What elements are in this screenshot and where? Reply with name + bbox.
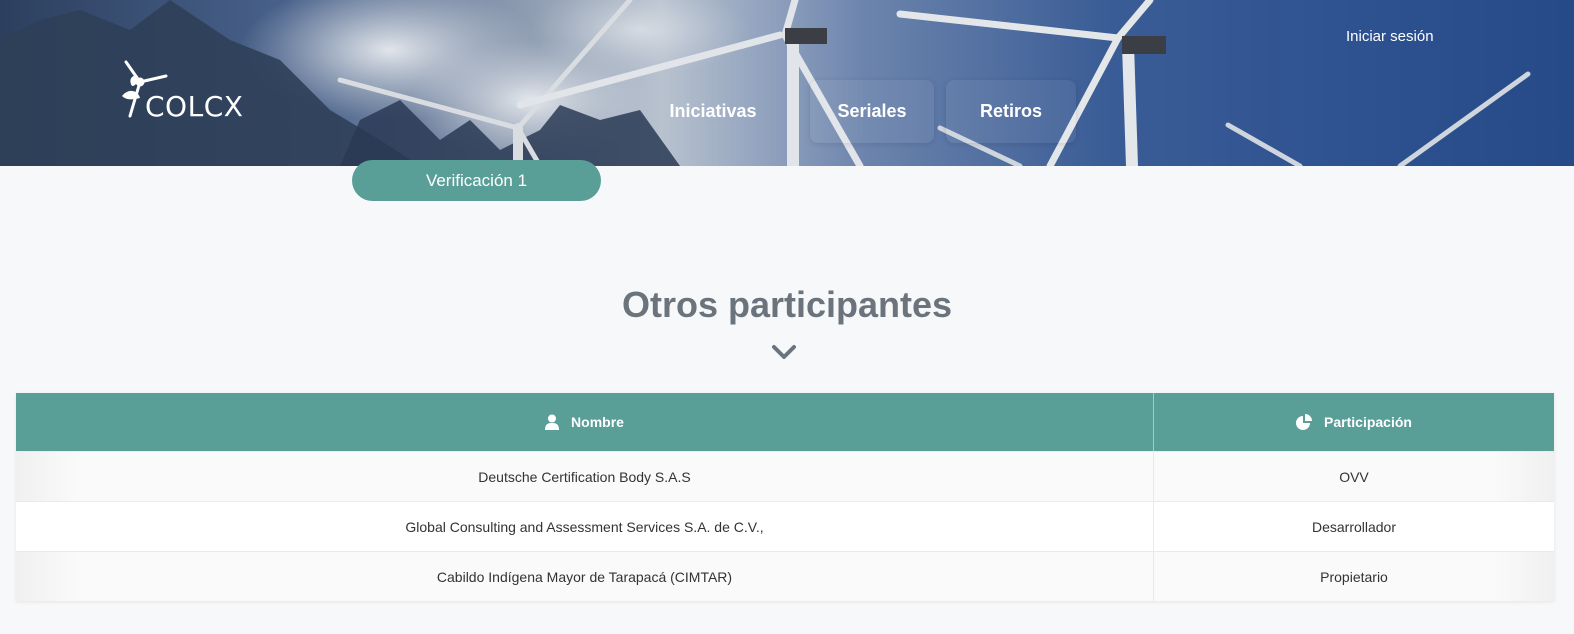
column-header-participation[interactable]: Participación	[1154, 393, 1554, 451]
brand-name[interactable]: COLCX	[145, 90, 243, 123]
pie-chart-icon	[1296, 414, 1313, 430]
section-title: Otros participantes	[621, 284, 953, 325]
table-header: Nombre Participación	[16, 393, 1554, 451]
verification-tab[interactable]: Verificación 1	[352, 160, 601, 201]
participant-role: Propietario	[1320, 568, 1388, 585]
chevron-down-icon[interactable]	[771, 344, 797, 360]
participant-name: Global Consulting and Assessment Service…	[405, 518, 764, 535]
participant-role: Desarrollador	[1311, 518, 1397, 535]
participant-name: Deutsche Certification Body S.A.S	[478, 468, 691, 485]
column-header-name[interactable]: Nombre	[16, 393, 1153, 451]
user-icon	[545, 414, 560, 430]
login-link[interactable]: Iniciar sesión	[1346, 24, 1434, 48]
table-row: Global Consulting and Assessment Service…	[16, 501, 1554, 551]
participant-role: OVV	[1339, 468, 1369, 485]
column-header-participation-label: Participación	[1324, 414, 1412, 430]
nav-retiros[interactable]: Retiros	[946, 80, 1076, 143]
column-header-name-label: Nombre	[571, 414, 624, 430]
participant-name: Cabildo Indígena Mayor de Tarapacá (CIMT…	[436, 568, 733, 585]
nav-seriales[interactable]: Seriales	[810, 80, 934, 143]
table-row: Cabildo Indígena Mayor de Tarapacá (CIMT…	[16, 551, 1554, 601]
hero-banner: COLCX Iniciativas Seriales Retiros Inici…	[0, 0, 1574, 166]
participants-table: Nombre Participación Deutsche Certificat…	[16, 393, 1554, 601]
table-row: Deutsche Certification Body S.A.S OVV	[16, 451, 1554, 501]
nav-iniciativas[interactable]: Iniciativas	[654, 80, 772, 143]
